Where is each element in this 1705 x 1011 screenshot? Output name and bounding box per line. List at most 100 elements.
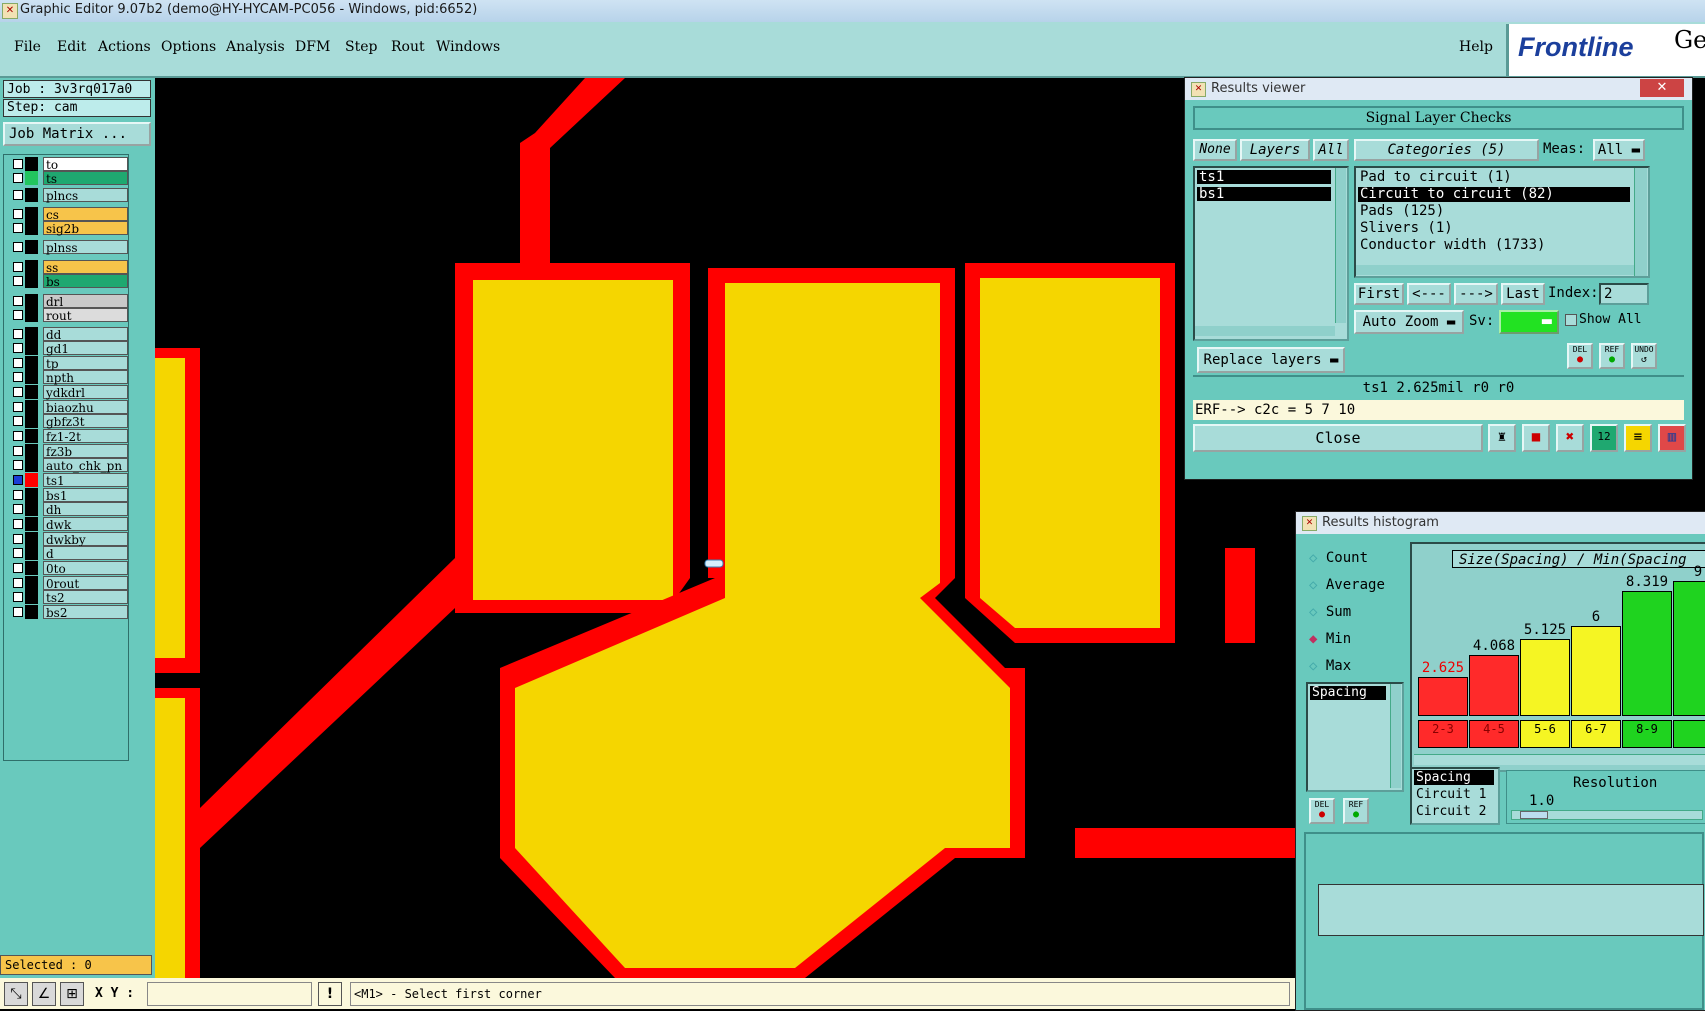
layer-row-0rout[interactable]: 0rout [10, 576, 128, 591]
layer-name[interactable]: 0to [43, 561, 128, 576]
layer-name[interactable]: dwkby [43, 532, 128, 547]
layer-name[interactable]: fz3b [43, 444, 128, 459]
layer-checkbox[interactable] [13, 504, 23, 514]
layer-color-swatch[interactable] [25, 294, 38, 308]
attr-item-spacing[interactable]: Spacing [1310, 686, 1386, 700]
layer-row-cs[interactable]: cs [10, 207, 128, 222]
layer-checkbox[interactable] [13, 563, 23, 573]
layer-row-auto_chk_pn[interactable]: auto_chk_pn [10, 458, 128, 473]
layer-color-swatch[interactable] [25, 240, 38, 254]
severity-dropdown[interactable]: ▬ [1499, 310, 1559, 334]
layer-checkbox[interactable] [13, 223, 23, 233]
next-button[interactable]: ---> [1454, 283, 1498, 305]
xy-input[interactable] [147, 982, 312, 1006]
layer-row-d[interactable]: d [10, 546, 128, 561]
histogram-bar[interactable] [1571, 626, 1621, 716]
layer-checkbox[interactable] [13, 548, 23, 558]
slider-thumb[interactable] [1520, 811, 1548, 819]
layer-color-swatch[interactable] [25, 370, 38, 384]
layer-item-ts1[interactable]: ts1 [1197, 170, 1331, 184]
layer-checkbox[interactable] [13, 310, 23, 320]
histogram-titlebar[interactable]: ✕ Results histogram [1296, 512, 1705, 534]
option-average[interactable]: ◇ Average [1309, 577, 1385, 593]
layer-color-swatch[interactable] [25, 502, 38, 516]
menu-help[interactable]: Help [1459, 39, 1493, 55]
pcb-canvas[interactable] [155, 78, 1305, 978]
layer-name[interactable]: bs [43, 274, 128, 289]
undo-icon[interactable]: UNDO ↺ [1631, 343, 1657, 369]
layer-row-bs2[interactable]: bs2 [10, 605, 128, 620]
layer-color-swatch[interactable] [25, 532, 38, 546]
layer-checkbox[interactable] [13, 242, 23, 252]
resolution-slider[interactable] [1511, 810, 1703, 820]
layer-color-swatch[interactable] [25, 590, 38, 604]
layer-color-swatch[interactable] [25, 400, 38, 414]
category-item[interactable]: Pad to circuit (1) [1358, 170, 1630, 185]
layer-row-gd1[interactable]: gd1 [10, 341, 128, 356]
histogram-attr-list[interactable]: Spacing [1306, 682, 1404, 792]
warning-button[interactable]: ! [318, 982, 342, 1006]
ref-icon[interactable]: REF ● [1343, 798, 1369, 824]
categories-hscrollbar[interactable] [1356, 265, 1634, 275]
layer-row-ss[interactable]: ss [10, 260, 128, 275]
zoom-area-icon[interactable]: ⤡ [4, 982, 28, 1006]
layer-checkbox[interactable] [13, 578, 23, 588]
layer-name[interactable]: gd1 [43, 341, 128, 356]
layer-name[interactable]: ts1 [43, 473, 128, 488]
layer-name[interactable]: npth [43, 370, 128, 385]
layers-scrollbar[interactable] [1335, 168, 1346, 323]
histogram-hscrollbar[interactable] [1414, 754, 1705, 765]
layer-name[interactable]: biaozhu [43, 400, 128, 415]
layer-checkbox[interactable] [13, 159, 23, 169]
layer-color-swatch[interactable] [25, 429, 38, 443]
layer-checkbox[interactable] [13, 431, 23, 441]
erf-icon[interactable]: ✖ [1556, 424, 1584, 452]
layer-name[interactable]: 0rout [43, 576, 128, 591]
histogram-bar[interactable] [1418, 676, 1468, 716]
index-input[interactable] [1599, 283, 1649, 305]
layer-row-fz3b[interactable]: fz3b [10, 444, 128, 459]
bin-range-cell[interactable] [1673, 720, 1705, 748]
menu-dfm[interactable]: DFM [295, 39, 330, 55]
del-icon[interactable]: DEL ● [1309, 798, 1335, 824]
menu-analysis[interactable]: Analysis [226, 39, 285, 55]
layer-row-fz1-2t[interactable]: fz1-2t [10, 429, 128, 444]
layer-name[interactable]: gbfz3t [43, 414, 128, 429]
layer-name[interactable]: to [43, 157, 128, 172]
layer-name[interactable]: bs1 [43, 488, 128, 503]
layer-color-swatch[interactable] [25, 274, 38, 288]
legend-item-circuit2[interactable]: Circuit 2 [1414, 804, 1494, 819]
prev-button[interactable]: <--- [1407, 283, 1451, 305]
layer-row-biaozhu[interactable]: biaozhu [10, 400, 128, 415]
layer-row-ydkdrl[interactable]: ydkdrl [10, 385, 128, 400]
layer-row-gbfz3t[interactable]: gbfz3t [10, 414, 128, 429]
histogram-bar[interactable] [1469, 654, 1519, 716]
layer-color-swatch[interactable] [25, 207, 38, 221]
layer-checkbox[interactable] [13, 209, 23, 219]
layer-name[interactable]: cs [43, 207, 128, 222]
layer-color-swatch[interactable] [25, 171, 38, 185]
counter-icon[interactable]: 12 [1590, 424, 1618, 452]
person-icon[interactable]: ♜ [1488, 424, 1516, 452]
layer-checkbox[interactable] [13, 296, 23, 306]
option-count[interactable]: ◇ Count [1309, 550, 1368, 566]
layer-row-tp[interactable]: tp [10, 356, 128, 371]
layer-name[interactable]: ts2 [43, 590, 128, 605]
layer-name[interactable]: dwk [43, 517, 128, 532]
film-icon[interactable]: ■ [1522, 424, 1550, 452]
layer-color-swatch[interactable] [25, 458, 38, 472]
layer-checkbox[interactable] [13, 446, 23, 456]
category-item[interactable]: Slivers (1) [1358, 221, 1630, 236]
del-icon[interactable]: DEL ● [1567, 343, 1593, 369]
layer-checkbox[interactable] [13, 460, 23, 470]
first-button[interactable]: First [1354, 283, 1404, 305]
menu-file[interactable]: File [14, 39, 41, 55]
layer-color-swatch[interactable] [25, 517, 38, 531]
layer-row-sig2b[interactable]: sig2b [10, 221, 128, 236]
layer-checkbox[interactable] [13, 519, 23, 529]
layer-color-swatch[interactable] [25, 260, 38, 274]
layer-color-swatch[interactable] [25, 188, 38, 202]
histogram-icon[interactable]: ▥ [1658, 424, 1686, 452]
menu-edit[interactable]: Edit [57, 39, 86, 55]
histogram-bar[interactable] [1622, 591, 1672, 716]
